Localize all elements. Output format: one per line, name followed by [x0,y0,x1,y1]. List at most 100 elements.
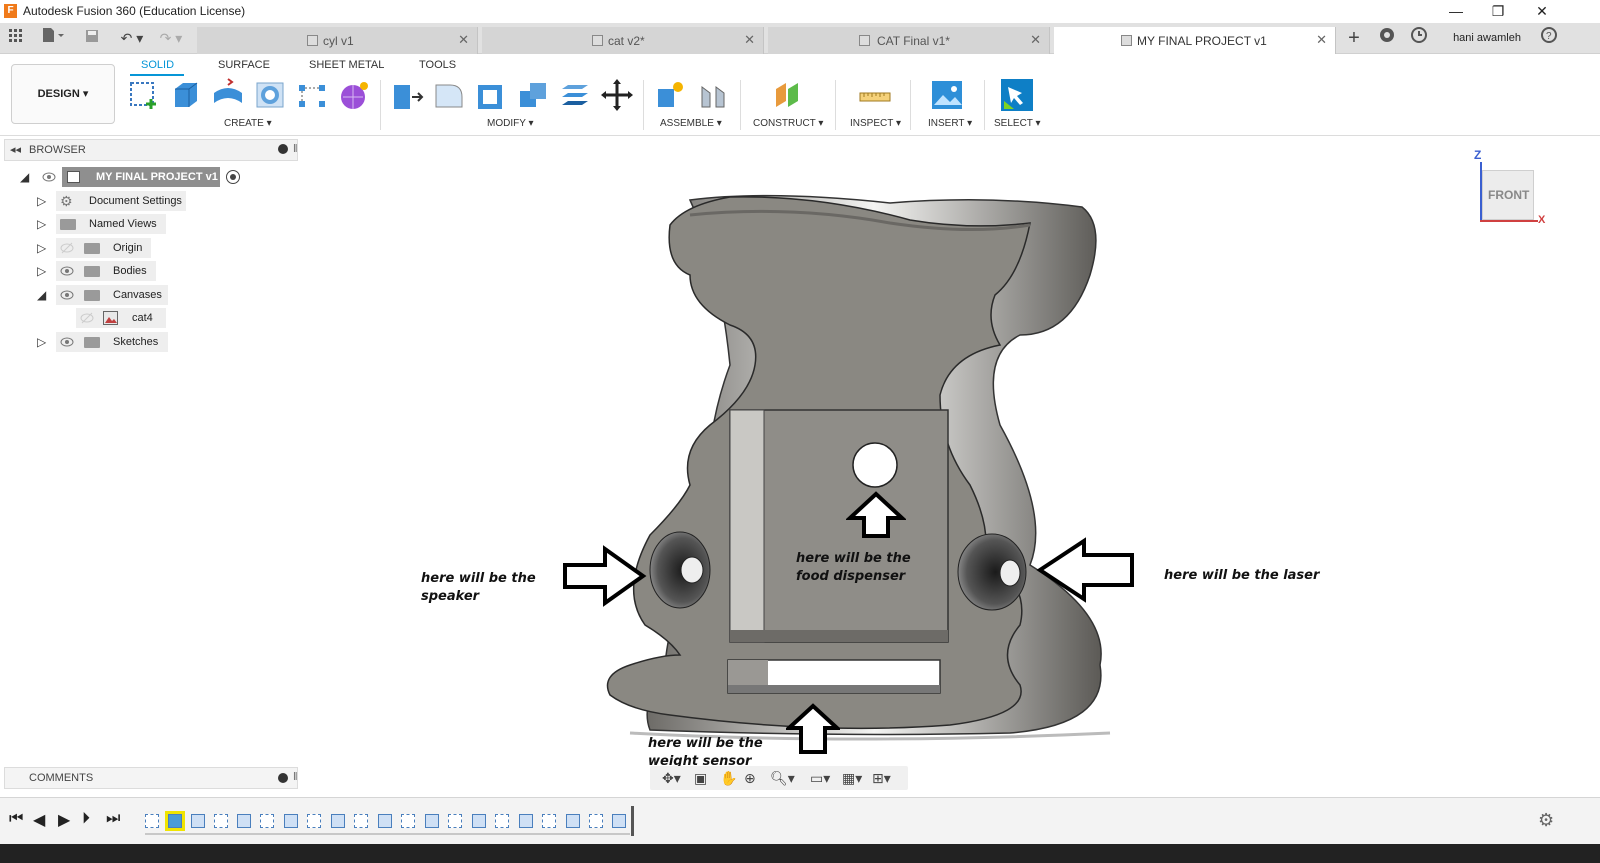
tab-tools[interactable]: TOOLS [419,59,456,71]
timeline-extrude-icon[interactable] [378,814,392,828]
timeline-sketch-icon[interactable] [448,814,462,828]
visibility-eye-icon[interactable] [60,265,74,277]
new-component-icon[interactable] [654,77,688,113]
insert-menu[interactable]: INSERT ▾ [928,118,972,129]
grid-settings-icon[interactable]: ▦▾ [842,770,862,787]
visibility-eye-icon[interactable] [42,171,56,183]
close-tab-icon[interactable]: ✕ [458,32,469,48]
cat-feeder-model[interactable] [590,185,1125,755]
measure-icon[interactable] [858,77,892,113]
visibility-eye-icon[interactable] [60,336,74,348]
timeline-extrude-icon[interactable] [237,814,251,828]
browser-item-cat4[interactable]: cat4 [74,308,224,328]
timeline-sketch-icon[interactable] [260,814,274,828]
tab-cat-v2[interactable]: cat v2* ✕ [482,27,764,54]
tab-sheet-metal[interactable]: SHEET METAL [309,59,384,71]
user-account-menu[interactable]: hani awamleh [1444,27,1530,49]
timeline-sketch-icon[interactable] [589,814,603,828]
create-menu[interactable]: CREATE ▾ [224,118,272,129]
visibility-eye-icon[interactable] [60,289,74,301]
tab-cyl[interactable]: cyl v1 ✕ [197,27,478,54]
file-menu-icon[interactable] [38,27,68,49]
look-at-icon[interactable]: ▣ [694,770,707,787]
timeline-settings-gear-icon[interactable]: ⚙ [1538,810,1554,831]
browser-item-canvases[interactable]: ◢ Canvases [36,285,236,305]
play-icon[interactable]: ▶︎ [58,810,70,830]
step-forward-icon[interactable]: ⏵ [82,810,90,828]
tab-surface[interactable]: SURFACE [218,59,270,71]
new-tab-plus-icon[interactable]: + [1343,27,1365,49]
hidden-eye-icon[interactable] [80,312,94,324]
tree-item[interactable]: Sketches [56,332,168,352]
insert-canvas-icon[interactable] [930,77,964,113]
expand-triangle-icon[interactable]: ▷ [37,335,46,349]
timeline-extrude-icon[interactable] [519,814,533,828]
expand-triangle-icon[interactable]: ▷ [37,241,46,255]
pan-hand-icon[interactable]: ✋ [720,770,737,787]
offset-face-icon[interactable] [558,77,592,113]
revolve-icon[interactable] [211,77,245,113]
save-icon[interactable] [82,27,102,49]
close-window-button[interactable]: ✕ [1522,2,1562,20]
browser-root-row[interactable]: ◢ MY FINAL PROJECT v1 [18,167,248,187]
data-panel-grid-icon[interactable] [6,27,26,49]
timeline-sketch-icon[interactable] [214,814,228,828]
expand-triangle-icon[interactable]: ▷ [37,264,46,278]
tree-item[interactable]: ⚙ Document Settings [56,191,186,211]
pin-panel-icon[interactable]: ‖ [293,771,298,783]
timeline-extrude-icon[interactable] [331,814,345,828]
timeline-extrude-icon[interactable] [191,814,205,828]
pattern-icon[interactable] [295,77,329,113]
collapse-panel-icon[interactable]: ◂◂ [10,143,21,156]
redo-icon[interactable]: ↷ ▾ [154,27,188,49]
create-form-icon[interactable] [337,77,371,113]
viewcube-front-face[interactable]: FRONT [1482,170,1534,220]
extrude-icon[interactable] [169,77,203,113]
tree-item[interactable]: Bodies [56,261,156,281]
tab-cat-final[interactable]: CAT Final v1* ✕ [768,27,1050,54]
browser-item-origin[interactable]: ▷ Origin [36,238,236,258]
job-status-icon[interactable] [1408,27,1430,49]
activate-radio-icon[interactable] [226,170,240,184]
timeline-canvas-icon[interactable] [165,811,185,831]
zoom-icon[interactable]: ⊕ [744,770,756,787]
restore-button[interactable]: ❐ [1478,2,1518,20]
browser-item-bodies[interactable]: ▷ Bodies [36,261,236,281]
browser-item-document-settings[interactable]: ▷ ⚙ Document Settings [36,191,236,211]
hole-icon[interactable] [253,77,287,113]
expand-triangle-icon[interactable]: ▷ [37,194,46,208]
tree-item[interactable]: Origin [56,238,151,258]
tree-item[interactable]: cat4 [76,308,166,328]
assemble-menu[interactable]: ASSEMBLE ▾ [660,118,722,129]
minimize-button[interactable]: — [1436,2,1476,20]
step-back-icon[interactable]: ◀︎ [33,810,45,830]
close-tab-icon[interactable]: ✕ [1030,32,1041,48]
press-pull-icon[interactable] [390,77,424,113]
select-menu[interactable]: SELECT ▾ [994,118,1041,129]
timeline-sketch-icon[interactable] [495,814,509,828]
viewcube[interactable]: Z X FRONT [1472,148,1562,233]
browser-panel-header[interactable]: ◂◂ BROWSER ‖ [4,139,298,161]
shell-icon[interactable] [474,77,508,113]
timeline-sketch-icon[interactable] [354,814,368,828]
select-icon[interactable] [1000,77,1034,113]
joint-icon[interactable] [696,77,730,113]
timeline-extrude-icon[interactable] [425,814,439,828]
orbit-icon[interactable]: ✥▾ [662,770,681,787]
expand-triangle-icon[interactable]: ▷ [37,217,46,231]
timeline-sketch-icon[interactable] [145,814,159,828]
go-to-end-icon[interactable]: ⏭ [106,810,120,828]
timeline-extrude-icon[interactable] [284,814,298,828]
timeline-extrude-icon[interactable] [566,814,580,828]
collapse-triangle-icon[interactable]: ◢ [37,288,46,302]
timeline-sketch-icon[interactable] [542,814,556,828]
help-icon[interactable]: ? [1538,27,1560,49]
browser-item-sketches[interactable]: ▷ Sketches [36,332,236,352]
go-to-start-icon[interactable]: ⏮ [9,810,23,828]
timeline-sketch-icon[interactable] [401,814,415,828]
comments-panel[interactable]: COMMENTS ‖ [4,767,298,789]
construct-menu[interactable]: CONSTRUCT ▾ [753,118,823,129]
inspect-menu[interactable]: INSPECT ▾ [850,118,901,129]
tree-item[interactable]: Named Views [56,214,166,234]
modify-menu[interactable]: MODIFY ▾ [487,118,534,129]
